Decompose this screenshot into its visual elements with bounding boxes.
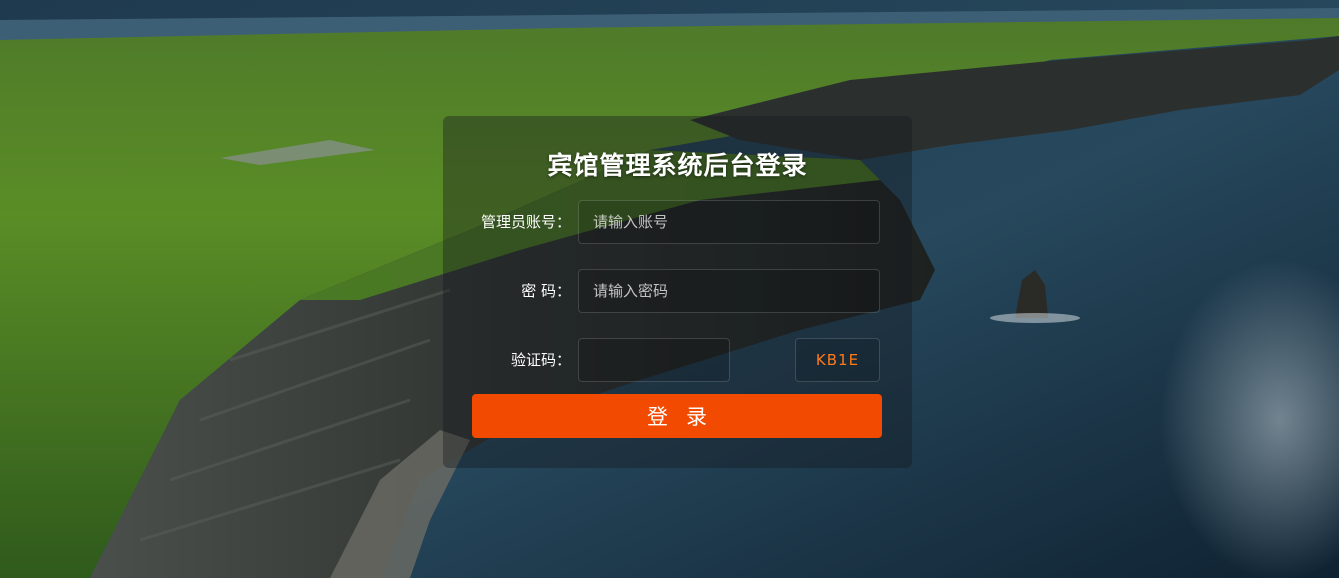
password-row: 密 码： — [443, 269, 912, 313]
login-button[interactable]: 登录 — [472, 394, 882, 438]
captcha-label: 验证码： — [510, 351, 571, 369]
captcha-code-button[interactable]: KB1E — [795, 338, 880, 382]
login-panel: 宾馆管理系统后台登录 管理员账号： 密 码： 验证码： KB1E 登录 — [443, 116, 912, 468]
page-title: 宾馆管理系统后台登录 — [547, 151, 808, 180]
username-input[interactable] — [578, 200, 880, 244]
password-label: 密 码： — [521, 282, 571, 300]
captcha-row: 验证码： KB1E — [443, 338, 912, 382]
captcha-input[interactable] — [578, 338, 730, 382]
password-input[interactable] — [578, 269, 880, 313]
username-label: 管理员账号： — [480, 213, 571, 231]
username-row: 管理员账号： — [443, 200, 912, 244]
